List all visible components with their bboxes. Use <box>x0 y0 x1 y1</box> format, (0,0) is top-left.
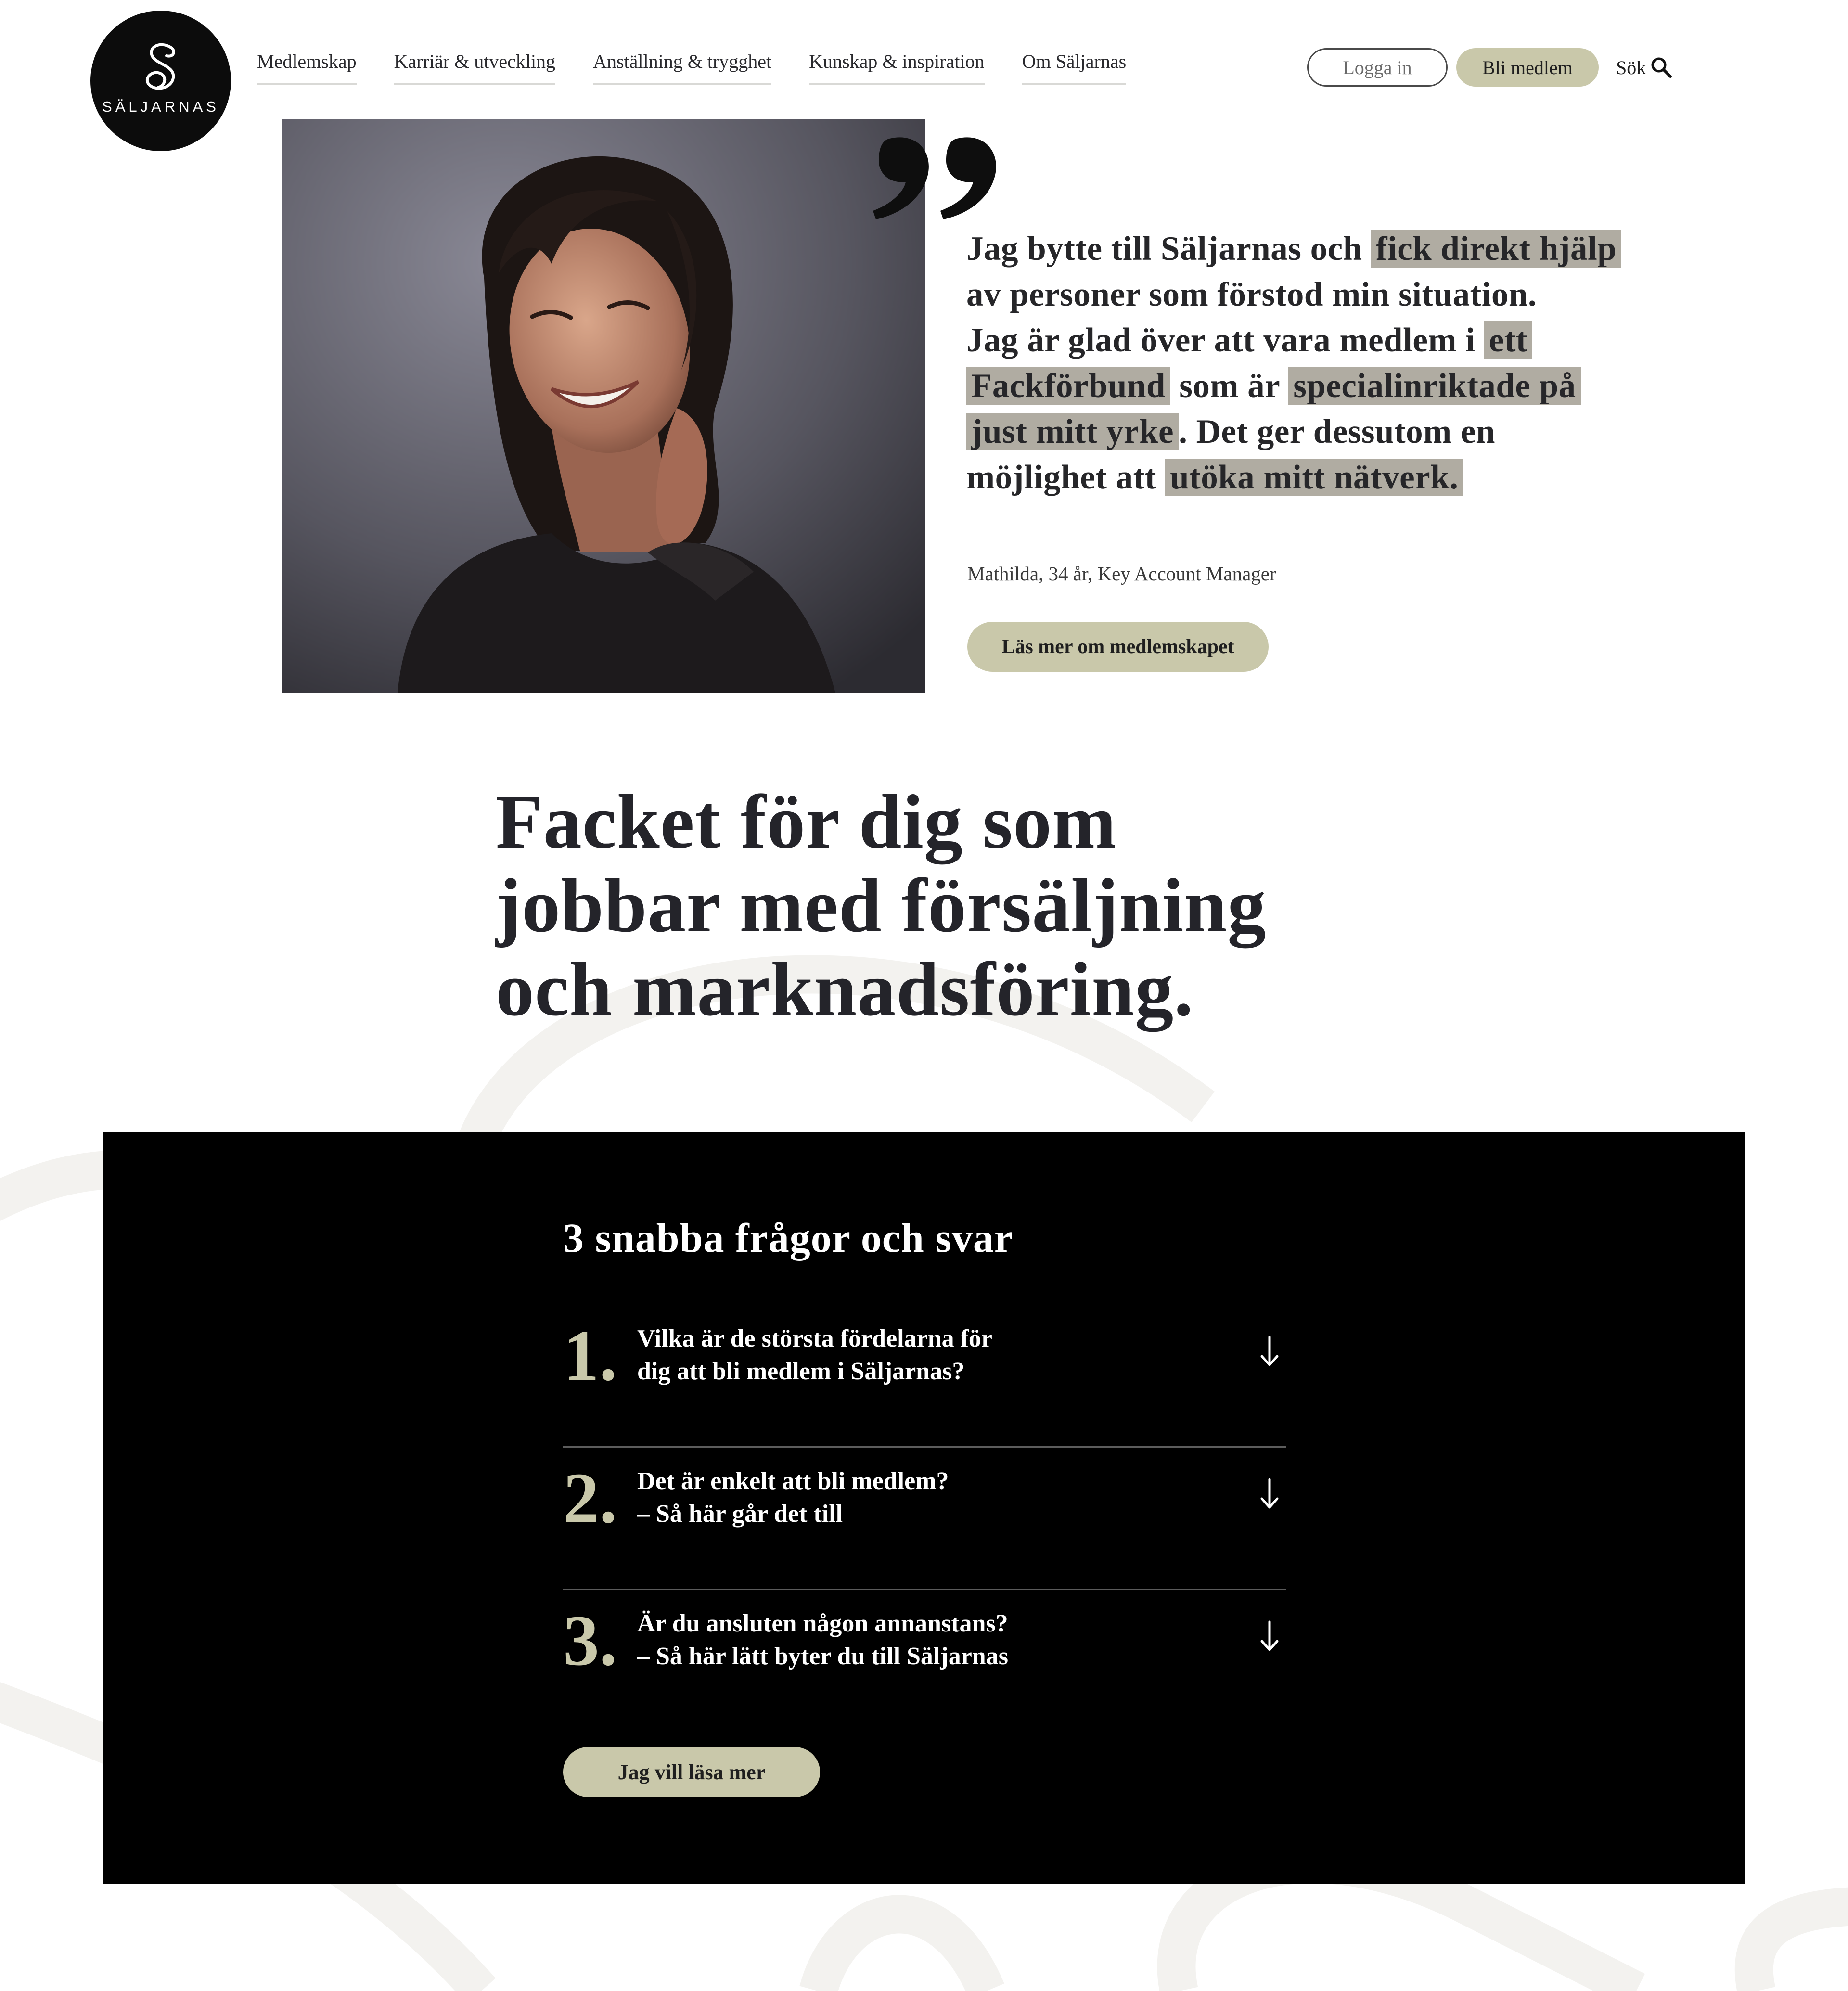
hero-line: Facket för dig som <box>496 779 1117 864</box>
faq-item-3[interactable]: 3. Är du ansluten någon annanstans? – Så… <box>563 1590 1286 1733</box>
faq-section: 3 snabba frågor och svar 1. Vilka är de … <box>103 1132 1745 1884</box>
faq-number: 3. <box>563 1601 617 1681</box>
testimonial-photo <box>282 119 925 693</box>
quote-highlight: fick direkt hjälp <box>1371 230 1622 268</box>
quote-text-segment: Jag bytte till Säljarnas och <box>966 230 1371 268</box>
hero-heading: Facket för dig som jobbar med försäljnin… <box>496 780 1362 1031</box>
quote-text-segment: Jag är glad över att vara medlem i <box>966 321 1484 359</box>
hero-line: jobbar med försäljning <box>496 862 1267 948</box>
nav-item-kunskap[interactable]: Kunskap & inspiration <box>809 50 985 85</box>
faq-number: 1. <box>563 1316 617 1396</box>
testimonial-quote: Jag bytte till Säljarnas och fick direkt… <box>966 226 1630 501</box>
nav-item-om[interactable]: Om Säljarnas <box>1022 50 1127 85</box>
search-icon <box>1651 57 1672 78</box>
brand-logo[interactable]: SÄLJARNAS <box>90 11 231 151</box>
faq-question: Är du ansluten någon annanstans? – Så hä… <box>637 1607 1008 1673</box>
quote-highlight: utöka mitt nätverk. <box>1165 459 1463 496</box>
nav-item-medlemskap[interactable]: Medlemskap <box>257 50 357 85</box>
login-button[interactable]: Logga in <box>1307 48 1448 87</box>
main-nav: Medlemskap Karriär & utveckling Anställn… <box>257 50 1127 85</box>
faq-question-line: Vilka är de största fördelarna för <box>637 1325 993 1352</box>
faq-title: 3 snabba frågor och svar <box>563 1215 1014 1261</box>
arrow-down-icon <box>1260 1620 1279 1651</box>
faq-question-line: – Så här går det till <box>637 1500 843 1528</box>
hero-line: och marknadsföring. <box>496 946 1194 1032</box>
saljarnas-logo-icon <box>145 43 175 90</box>
faq-question-line: – Så här lätt byter du till Säljarnas <box>637 1643 1008 1670</box>
quote-icon <box>873 137 996 219</box>
search-label: Sök <box>1616 56 1646 78</box>
faq-question-line: dig att bli medlem i Säljarnas? <box>637 1358 965 1385</box>
quote-text-segment: som är <box>1170 367 1289 405</box>
faq-question-line: Är du ansluten någon annanstans? <box>637 1610 1008 1637</box>
faq-question-line: Det är enkelt att bli medlem? <box>637 1467 949 1495</box>
faq-question: Vilka är de största fördelarna för dig a… <box>637 1323 992 1388</box>
faq-item-2[interactable]: 2. Det är enkelt att bli medlem? – Så hä… <box>563 1448 1286 1590</box>
faq-number: 2. <box>563 1458 617 1538</box>
arrow-down-icon <box>1260 1336 1279 1366</box>
search-button[interactable]: Sök <box>1616 52 1673 83</box>
join-button[interactable]: Bli medlem <box>1456 48 1599 87</box>
nav-item-anstallning[interactable]: Anställning & trygghet <box>593 50 772 85</box>
read-more-membership-button[interactable]: Läs mer om medlemskapet <box>967 622 1269 672</box>
faq-item-1[interactable]: 1. Vilka är de största fördelarna för di… <box>563 1305 1286 1448</box>
quote-text-segment: av personer som förstod min situation. <box>966 276 1537 313</box>
read-more-button[interactable]: Jag vill läsa mer <box>563 1747 820 1797</box>
brand-name: SÄLJARNAS <box>102 98 219 115</box>
arrow-down-icon <box>1260 1478 1279 1509</box>
faq-question: Det är enkelt att bli medlem? – Så här g… <box>637 1465 949 1530</box>
nav-item-karriar[interactable]: Karriär & utveckling <box>394 50 556 85</box>
testimonial-attribution: Mathilda, 34 år, Key Account Manager <box>967 563 1276 585</box>
